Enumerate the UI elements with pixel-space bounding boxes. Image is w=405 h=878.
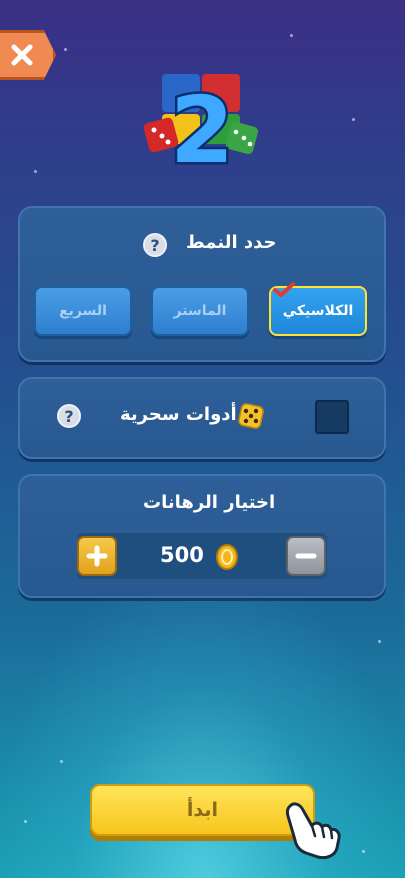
mode-title: حدد النمط (186, 232, 277, 253)
help-icon[interactable]: ? (57, 404, 81, 428)
check-icon (273, 282, 295, 297)
mode-fast-button[interactable]: السريع (34, 286, 132, 336)
sparkle (60, 760, 63, 763)
sparkle (378, 640, 381, 643)
help-icon[interactable]: ? (143, 233, 167, 257)
mode-classic-label: الكلاسيكي (282, 303, 354, 319)
sparkle (362, 850, 365, 853)
mode-master-button[interactable]: الماستر (151, 286, 249, 336)
plus-icon (86, 545, 108, 567)
start-label: ابدأ (186, 799, 219, 821)
bet-value: 500 (160, 543, 204, 567)
close-button[interactable] (0, 30, 56, 80)
mode-fast-label: السريع (59, 303, 107, 319)
magic-tools-title: أدوات سحرية (120, 404, 237, 425)
bet-decrease-button[interactable] (286, 536, 326, 576)
sparkle (290, 34, 293, 37)
sparkle (352, 118, 355, 121)
close-icon (11, 44, 32, 66)
dice-icon (238, 403, 264, 429)
coin-icon (216, 544, 238, 570)
bet-title: اختيار الرهانات (143, 492, 276, 513)
logo-number: 2 (170, 77, 234, 175)
pointing-hand-icon (285, 802, 341, 860)
sparkle (24, 820, 27, 823)
ludo-2-logo: 2 (143, 74, 259, 175)
sparkle (34, 170, 37, 173)
minus-icon (295, 553, 317, 559)
mode-classic-button[interactable]: الكلاسيكي (269, 282, 367, 336)
magic-tools-checkbox[interactable] (315, 400, 349, 434)
bet-increase-button[interactable] (77, 536, 117, 576)
sparkle (64, 48, 67, 51)
mode-master-label: الماستر (173, 303, 227, 319)
mode-panel (18, 206, 386, 362)
